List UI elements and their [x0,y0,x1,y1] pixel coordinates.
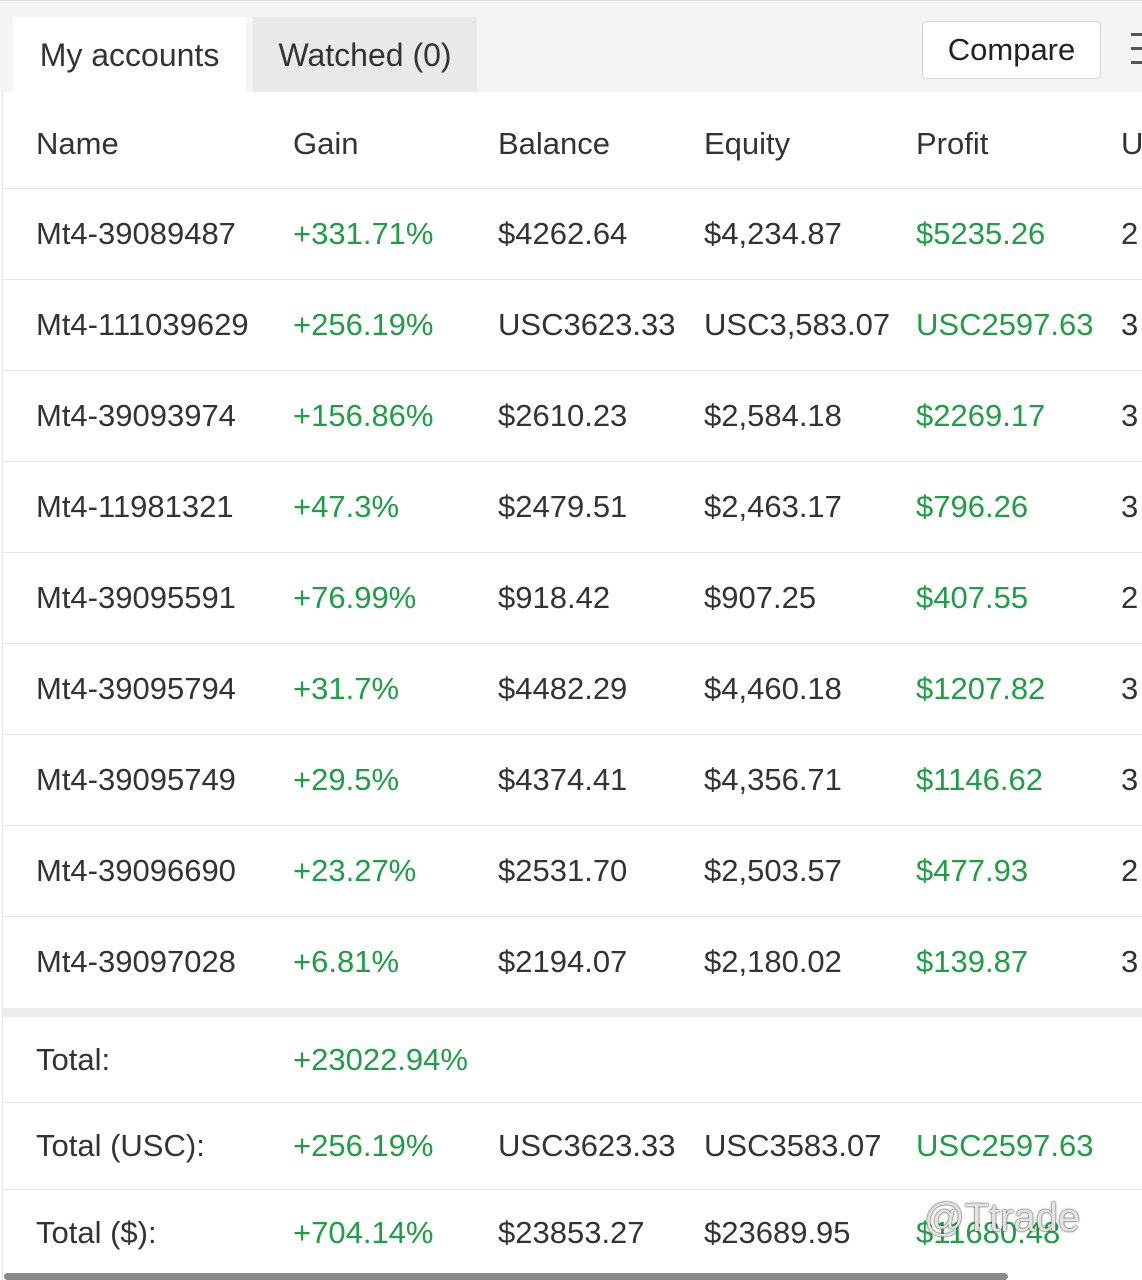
total-gain: +256.19% [293,1128,434,1163]
column-menu-icon[interactable] [1131,31,1142,67]
totals-separator [3,1008,1142,1017]
account-equity: $4,356.71 [704,762,842,797]
account-u: 3 [1121,307,1139,342]
account-name[interactable]: Mt4-111039629 [36,307,249,343]
account-profit: $477.93 [916,853,1029,888]
menu-icon-bar [1131,33,1142,36]
total-profit: USC2597.63 [916,1128,1094,1163]
total-balance: $23853.27 [498,1215,645,1250]
account-u: 3 [1121,398,1139,433]
tab-bar: My accounts Watched (0) Compare [0,0,1142,93]
account-equity: $4,460.18 [704,671,842,706]
account-gain: +6.81% [293,944,400,979]
table-row[interactable]: Mt4-39093974 +156.86% $2610.23 $2,584.18… [3,371,1142,462]
account-name[interactable]: Mt4-11981321 [36,489,234,525]
account-balance: $2610.23 [498,398,628,433]
account-balance: $2194.07 [498,944,628,979]
account-name[interactable]: Mt4-39095794 [36,671,236,707]
account-gain: +331.71% [293,216,434,251]
account-gain: +47.3% [293,489,400,524]
account-balance: USC3623.33 [498,307,676,342]
account-profit: $2269.17 [916,398,1046,433]
account-equity: USC3,583.07 [704,307,891,342]
account-equity: $2,503.57 [704,853,842,888]
account-name[interactable]: Mt4-39093974 [36,398,236,434]
table-row[interactable]: Mt4-39095749 +29.5% $4374.41 $4,356.71 $… [3,735,1142,826]
account-u: 3 [1121,489,1139,524]
account-balance: $918.42 [498,580,611,615]
account-equity: $907.25 [704,580,817,615]
column-header-gain[interactable]: Gain [293,126,358,162]
account-profit: $796.26 [916,489,1029,524]
total-label: Total ($): [36,1215,157,1250]
menu-icon-bar [1131,61,1142,64]
account-profit: $139.87 [916,944,1029,979]
account-equity: $2,180.02 [704,944,842,979]
account-gain: +31.7% [293,671,400,706]
tab-my-accounts[interactable]: My accounts [13,17,246,93]
account-u: 2 [1121,853,1139,888]
account-u: 3 [1121,671,1139,706]
account-profit: $5235.26 [916,216,1046,251]
account-equity: $2,584.18 [704,398,842,433]
accounts-table: Name Gain Balance Equity Profit U Mt4-39… [2,92,1142,1280]
table-row[interactable]: Mt4-11981321 +47.3% $2479.51 $2,463.17 $… [3,462,1142,553]
account-profit: $1207.82 [916,671,1046,706]
account-gain: +23.27% [293,853,417,888]
account-gain: +29.5% [293,762,400,797]
column-header-profit[interactable]: Profit [916,126,988,162]
account-gain: +76.99% [293,580,417,615]
account-balance: $4482.29 [498,671,628,706]
tab-watched[interactable]: Watched (0) [253,17,477,93]
total-equity: $23689.95 [704,1215,851,1250]
total-label: Total (USC): [36,1128,205,1163]
account-balance: $2479.51 [498,489,628,524]
compare-button[interactable]: Compare [922,21,1101,79]
column-header-u[interactable]: U [1121,126,1142,162]
column-header-name[interactable]: Name [36,126,119,162]
table-row[interactable]: Mt4-39097028 +6.81% $2194.07 $2,180.02 $… [3,917,1142,1008]
account-name[interactable]: Mt4-39097028 [36,944,236,980]
total-balance: USC3623.33 [498,1128,676,1163]
table-row[interactable]: Mt4-39095794 +31.7% $4482.29 $4,460.18 $… [3,644,1142,735]
account-name[interactable]: Mt4-39089487 [36,216,236,252]
account-profit: USC2597.63 [916,307,1094,342]
account-balance: $4262.64 [498,216,628,251]
horizontal-scrollbar[interactable] [4,1273,1008,1280]
menu-icon-bar [1131,47,1142,50]
account-name[interactable]: Mt4-39096690 [36,853,236,889]
column-header-balance[interactable]: Balance [498,126,610,162]
account-gain: +256.19% [293,307,434,342]
account-equity: $4,234.87 [704,216,842,251]
table-row[interactable]: Mt4-39095591 +76.99% $918.42 $907.25 $40… [3,553,1142,644]
account-profit: $1146.62 [916,762,1043,797]
table-header-row: Name Gain Balance Equity Profit U [3,92,1142,189]
account-u: 3 [1121,944,1139,979]
total-row: Total: +23022.94% [3,1017,1142,1103]
account-u: 3 [1121,762,1139,797]
watermark: @Ttrade [924,1196,1081,1240]
column-header-equity[interactable]: Equity [704,126,790,162]
account-equity: $2,463.17 [704,489,842,524]
table-row[interactable]: Mt4-111039629 +256.19% USC3623.33 USC3,5… [3,280,1142,371]
account-u: 2 [1121,216,1139,251]
total-label: Total: [36,1042,111,1077]
total-gain: +704.14% [293,1215,434,1250]
account-gain: +156.86% [293,398,434,433]
total-row: Total (USC): +256.19% USC3623.33 USC3583… [3,1103,1142,1190]
account-balance: $2531.70 [498,853,628,888]
total-gain: +23022.94% [293,1042,468,1077]
table-row[interactable]: Mt4-39096690 +23.27% $2531.70 $2,503.57 … [3,826,1142,917]
account-profit: $407.55 [916,580,1029,615]
total-equity: USC3583.07 [704,1128,882,1163]
account-name[interactable]: Mt4-39095591 [36,580,236,616]
account-balance: $4374.41 [498,762,628,797]
account-name[interactable]: Mt4-39095749 [36,762,236,798]
account-u: 2 [1121,580,1139,615]
table-row[interactable]: Mt4-39089487 +331.71% $4262.64 $4,234.87… [3,189,1142,280]
